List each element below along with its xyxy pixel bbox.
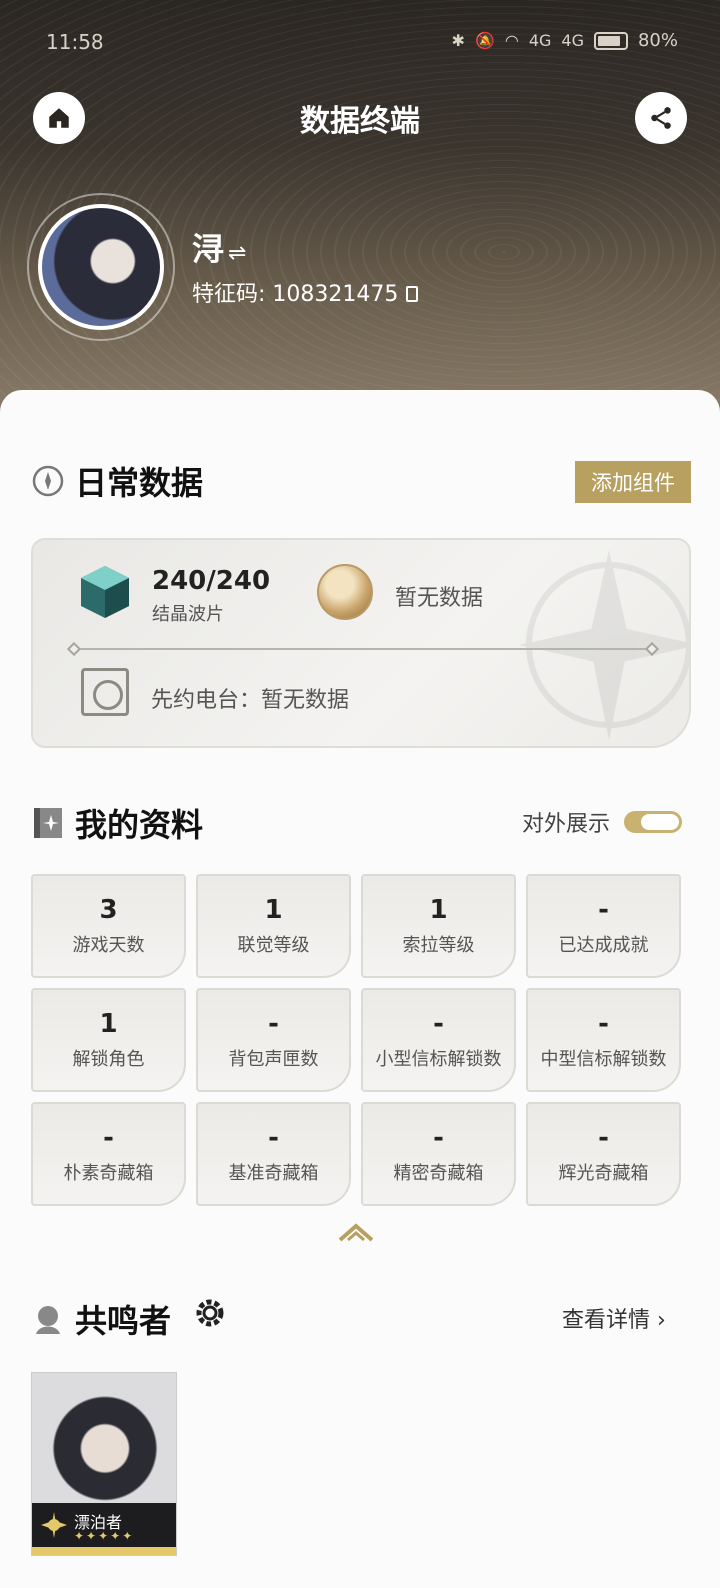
share-icon bbox=[651, 107, 671, 129]
view-details-link[interactable]: 查看详情 › bbox=[562, 1302, 666, 1334]
stat-label: 基准奇藏箱 bbox=[228, 1163, 319, 1184]
public-toggle[interactable] bbox=[624, 811, 683, 833]
stat-card: - 朴素奇藏箱 bbox=[31, 1102, 186, 1206]
profile-section-header: 我的资料 bbox=[31, 800, 203, 846]
stat-card: - 精密奇藏箱 bbox=[361, 1102, 516, 1206]
status-time: 11:58 bbox=[46, 30, 104, 54]
stat-card: - 中型信标解锁数 bbox=[526, 988, 681, 1092]
element-emblem-icon bbox=[41, 1512, 67, 1538]
character-portrait bbox=[32, 1373, 176, 1503]
stat-value: - bbox=[598, 895, 609, 925]
stat-value: - bbox=[433, 1009, 444, 1039]
stat-value: 3 bbox=[99, 895, 118, 925]
battery-icon bbox=[593, 31, 628, 50]
stat-value: - bbox=[268, 1123, 279, 1153]
emblem-decoration bbox=[519, 550, 689, 740]
daily-section-title: 日常数据 bbox=[75, 464, 204, 502]
stat-value: 1 bbox=[264, 895, 283, 925]
stat-label: 联觉等级 bbox=[237, 935, 310, 956]
coin-label: 暂无数据 bbox=[395, 586, 484, 611]
avatar bbox=[38, 204, 164, 330]
stat-label: 中型信标解锁数 bbox=[540, 1049, 667, 1070]
stat-label: 小型信标解锁数 bbox=[375, 1049, 502, 1070]
header-banner: 11:58 ✱ 🔕 ◠ 4G 4G 80% 数据终端 浔 ⇌ 特征码: 10832… bbox=[0, 0, 720, 420]
stat-label: 朴素奇藏箱 bbox=[63, 1163, 154, 1184]
coin-icon bbox=[317, 564, 373, 620]
switch-account-icon[interactable]: ⇌ bbox=[228, 241, 246, 266]
profile-section-title: 我的资料 bbox=[75, 806, 204, 844]
bluetooth-icon: ✱ bbox=[451, 31, 465, 50]
page-title: 数据终端 bbox=[300, 104, 420, 139]
user-name-text: 浔 bbox=[192, 230, 225, 268]
stat-value: - bbox=[103, 1123, 114, 1153]
stat-label: 解锁角色 bbox=[72, 1049, 145, 1070]
rarity-bar bbox=[32, 1547, 176, 1555]
stat-card: - 已达成成就 bbox=[526, 874, 681, 978]
stat-card: 1 联觉等级 bbox=[196, 874, 351, 978]
share-button[interactable] bbox=[635, 92, 687, 144]
stat-card: - 辉光奇藏箱 bbox=[526, 1102, 681, 1206]
stat-label: 背包声匣数 bbox=[228, 1049, 319, 1070]
stat-card: 1 索拉等级 bbox=[361, 874, 516, 978]
avatar-frame[interactable] bbox=[27, 193, 175, 341]
public-toggle-row: 对外展示 bbox=[522, 806, 683, 838]
daily-data-icon bbox=[32, 465, 64, 497]
daily-section-header: 日常数据 bbox=[31, 458, 203, 504]
stat-card: - 基准奇藏箱 bbox=[196, 1102, 351, 1206]
stat-value: - bbox=[433, 1123, 444, 1153]
public-label: 对外展示 bbox=[522, 812, 611, 837]
character-stars: ✦✦✦✦✦ bbox=[74, 1529, 135, 1543]
resonator-icon bbox=[36, 1306, 60, 1334]
stat-label: 辉光奇藏箱 bbox=[558, 1163, 649, 1184]
stat-card: 3 游戏天数 bbox=[31, 874, 186, 978]
stat-card: 1 解锁角色 bbox=[31, 988, 186, 1092]
signal-icon-2: 4G bbox=[561, 31, 584, 50]
stat-label: 精密奇藏箱 bbox=[393, 1163, 484, 1184]
crystal-label: 结晶波片 bbox=[152, 604, 224, 625]
user-name: 浔 ⇌ bbox=[192, 224, 246, 270]
stat-card: - 背包声匣数 bbox=[196, 988, 351, 1092]
stat-value: - bbox=[598, 1123, 609, 1153]
radio-icon bbox=[81, 668, 129, 716]
copy-icon[interactable] bbox=[406, 286, 419, 302]
radio-label: 先约电台：暂无数据 bbox=[151, 688, 350, 713]
signal-icon: 4G bbox=[528, 31, 552, 50]
gear-icon[interactable] bbox=[193, 1296, 227, 1330]
crystal-value: 240/240 bbox=[152, 566, 271, 596]
stat-label: 索拉等级 bbox=[402, 935, 475, 956]
stat-value: - bbox=[268, 1009, 279, 1039]
status-bar: 11:58 ✱ 🔕 ◠ 4G 4G 80% bbox=[0, 0, 720, 80]
stat-label: 已达成成就 bbox=[558, 935, 649, 956]
battery-percent: 80% bbox=[637, 30, 678, 51]
wifi-icon: ◠ bbox=[504, 31, 519, 50]
character-card[interactable]: 漂泊者 ✦✦✦✦✦ bbox=[31, 1372, 177, 1556]
resonator-section-title: 共鸣者 bbox=[75, 1302, 172, 1340]
status-icons: ✱ 🔕 ◠ 4G 4G 80% bbox=[452, 30, 678, 51]
profile-book-icon bbox=[34, 808, 62, 838]
mute-icon: 🔕 bbox=[474, 31, 495, 50]
stat-card: - 小型信标解锁数 bbox=[361, 988, 516, 1092]
add-widget-button[interactable]: 添加组件 bbox=[575, 461, 691, 503]
content-panel: 日常数据 添加组件 240/240 结晶波片 暂无数据 先约电台：暂无数据 我的… bbox=[0, 390, 720, 1588]
stat-value: - bbox=[598, 1009, 609, 1039]
collapse-chevron-icon[interactable] bbox=[338, 1222, 374, 1242]
stats-grid: 3 游戏天数 1 联觉等级 1 索拉等级 - 已达成成就 1 解锁角色 - 背包声匣数 - 小… bbox=[31, 874, 691, 1206]
stat-value: 1 bbox=[429, 895, 448, 925]
stat-value: 1 bbox=[99, 1009, 118, 1039]
stat-label: 游戏天数 bbox=[72, 935, 145, 956]
crystal-icon bbox=[81, 566, 129, 618]
user-code: 特征码: 108321475 bbox=[192, 276, 419, 308]
user-code-text: 特征码: 108321475 bbox=[192, 282, 399, 307]
resonator-section-header: 共鸣者 bbox=[31, 1296, 171, 1342]
daily-data-card: 240/240 结晶波片 暂无数据 先约电台：暂无数据 bbox=[31, 538, 691, 748]
card-divider bbox=[73, 648, 653, 650]
